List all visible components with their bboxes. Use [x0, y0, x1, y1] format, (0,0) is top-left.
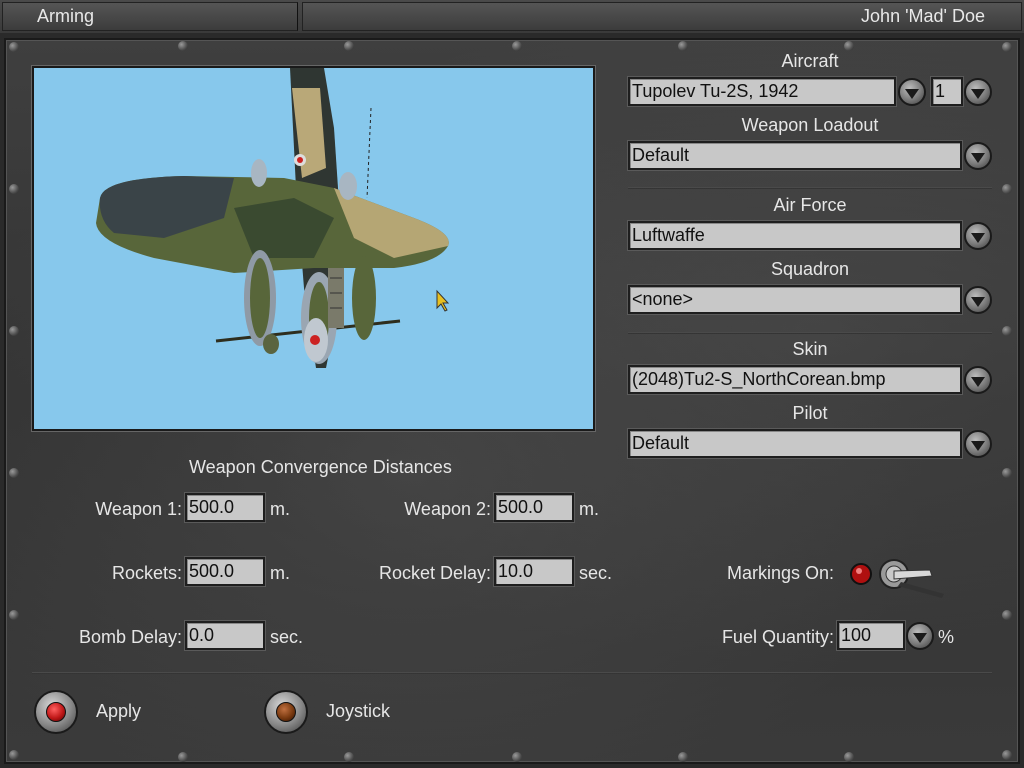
fuel-quantity-unit: %: [938, 627, 955, 647]
dropdown-arrow-icon: [971, 232, 985, 243]
aircraft-number-select[interactable]: 1: [931, 77, 963, 106]
skin-label: Skin: [792, 339, 828, 359]
rivet-icon: [1002, 610, 1012, 620]
air-force-select[interactable]: Luftwaffe: [628, 221, 962, 250]
rocket-delay-unit: sec.: [579, 563, 613, 583]
bomb-delay-label: Bomb Delay:: [78, 627, 182, 647]
dropdown-arrow-icon: [913, 632, 927, 643]
aircraft-preview[interactable]: [32, 66, 595, 431]
rivet-icon: [512, 752, 522, 762]
aircraft-label: Aircraft: [781, 51, 839, 71]
rivet-icon: [1002, 42, 1012, 52]
rivet-icon: [1002, 184, 1012, 194]
joystick-label[interactable]: Joystick: [326, 701, 390, 722]
rivet-icon: [9, 184, 19, 194]
dropdown-arrow-icon: [971, 296, 985, 307]
dropdown-arrow-icon: [971, 152, 985, 163]
mouse-cursor-icon: [436, 289, 450, 312]
squadron-select[interactable]: <none>: [628, 285, 962, 314]
rivet-icon: [178, 752, 188, 762]
markings-toggle[interactable]: [846, 556, 946, 600]
rivet-icon: [1002, 326, 1012, 336]
rivet-icon: [844, 752, 854, 762]
rivet-icon: [178, 41, 188, 51]
rivet-icon: [844, 41, 854, 51]
divider: [628, 332, 992, 334]
bomb-delay-input[interactable]: 0.0: [185, 621, 265, 650]
dropdown-arrow-icon: [905, 88, 919, 99]
pilot-select[interactable]: Default: [628, 429, 962, 458]
pilot-label: Pilot: [792, 403, 828, 423]
squadron-label: Squadron: [770, 259, 850, 279]
aircraft-model-image: [96, 68, 450, 368]
air-force-dropdown-button[interactable]: [964, 222, 992, 250]
rivet-icon: [344, 41, 354, 51]
pilot-dropdown-button[interactable]: [964, 430, 992, 458]
skin-select[interactable]: (2048)Tu2-S_NorthCorean.bmp: [628, 365, 962, 394]
apply-label[interactable]: Apply: [96, 701, 141, 722]
weapon-loadout-dropdown-button[interactable]: [964, 142, 992, 170]
dropdown-arrow-icon: [971, 88, 985, 99]
aircraft-select[interactable]: Tupolev Tu-2S, 1942: [628, 77, 896, 106]
apply-button[interactable]: [34, 690, 78, 734]
dropdown-arrow-icon: [971, 376, 985, 387]
fuel-quantity-label: Fuel Quantity:: [721, 627, 834, 647]
joystick-button[interactable]: [264, 690, 308, 734]
markings-lamp: [850, 563, 872, 585]
markings-label: Markings On:: [726, 563, 834, 583]
bomb-delay-unit: sec.: [270, 627, 304, 647]
weapon2-unit: m.: [579, 499, 599, 519]
rocket-delay-label: Rocket Delay:: [378, 563, 491, 583]
dropdown-arrow-icon: [971, 440, 985, 451]
toggle-switch-icon: [850, 559, 944, 598]
joystick-lamp-icon: [276, 702, 296, 722]
rivet-icon: [344, 752, 354, 762]
fuel-quantity-select[interactable]: 100: [837, 621, 905, 650]
title-bar: Arming John 'Mad' Doe: [0, 0, 1024, 33]
weapon2-distance-input[interactable]: 500.0: [494, 493, 574, 522]
apply-lamp-icon: [46, 702, 66, 722]
air-force-label: Air Force: [773, 195, 847, 215]
skin-dropdown-button[interactable]: [964, 366, 992, 394]
rivet-icon: [9, 610, 19, 620]
convergence-heading: Weapon Convergence Distances: [189, 457, 452, 477]
rockets-unit: m.: [270, 563, 290, 583]
divider: [628, 187, 992, 189]
aircraft-number-dropdown-button[interactable]: [964, 78, 992, 106]
weapon-loadout-label: Weapon Loadout: [741, 115, 879, 135]
rockets-label: Rockets:: [111, 563, 182, 583]
pilot-name: John 'Mad' Doe: [302, 2, 1022, 31]
rivet-icon: [9, 326, 19, 336]
squadron-dropdown-button[interactable]: [964, 286, 992, 314]
rivet-icon: [678, 41, 688, 51]
rivet-icon: [9, 468, 19, 478]
weapon1-unit: m.: [270, 499, 290, 519]
weapon2-label: Weapon 2:: [404, 499, 491, 519]
rivet-icon: [9, 750, 19, 760]
rivet-icon: [678, 752, 688, 762]
rivet-icon: [1002, 468, 1012, 478]
aircraft-dropdown-button[interactable]: [898, 78, 926, 106]
rocket-delay-input[interactable]: 10.0: [494, 557, 574, 586]
weapon1-distance-input[interactable]: 500.0: [185, 493, 265, 522]
divider: [32, 672, 992, 674]
rockets-distance-input[interactable]: 500.0: [185, 557, 265, 586]
fuel-quantity-dropdown-button[interactable]: [906, 622, 934, 650]
rivet-icon: [1002, 750, 1012, 760]
rivet-icon: [9, 42, 19, 52]
weapon-loadout-select[interactable]: Default: [628, 141, 962, 170]
weapon1-label: Weapon 1:: [95, 499, 182, 519]
rivet-icon: [512, 41, 522, 51]
screen-title: Arming: [2, 2, 298, 31]
